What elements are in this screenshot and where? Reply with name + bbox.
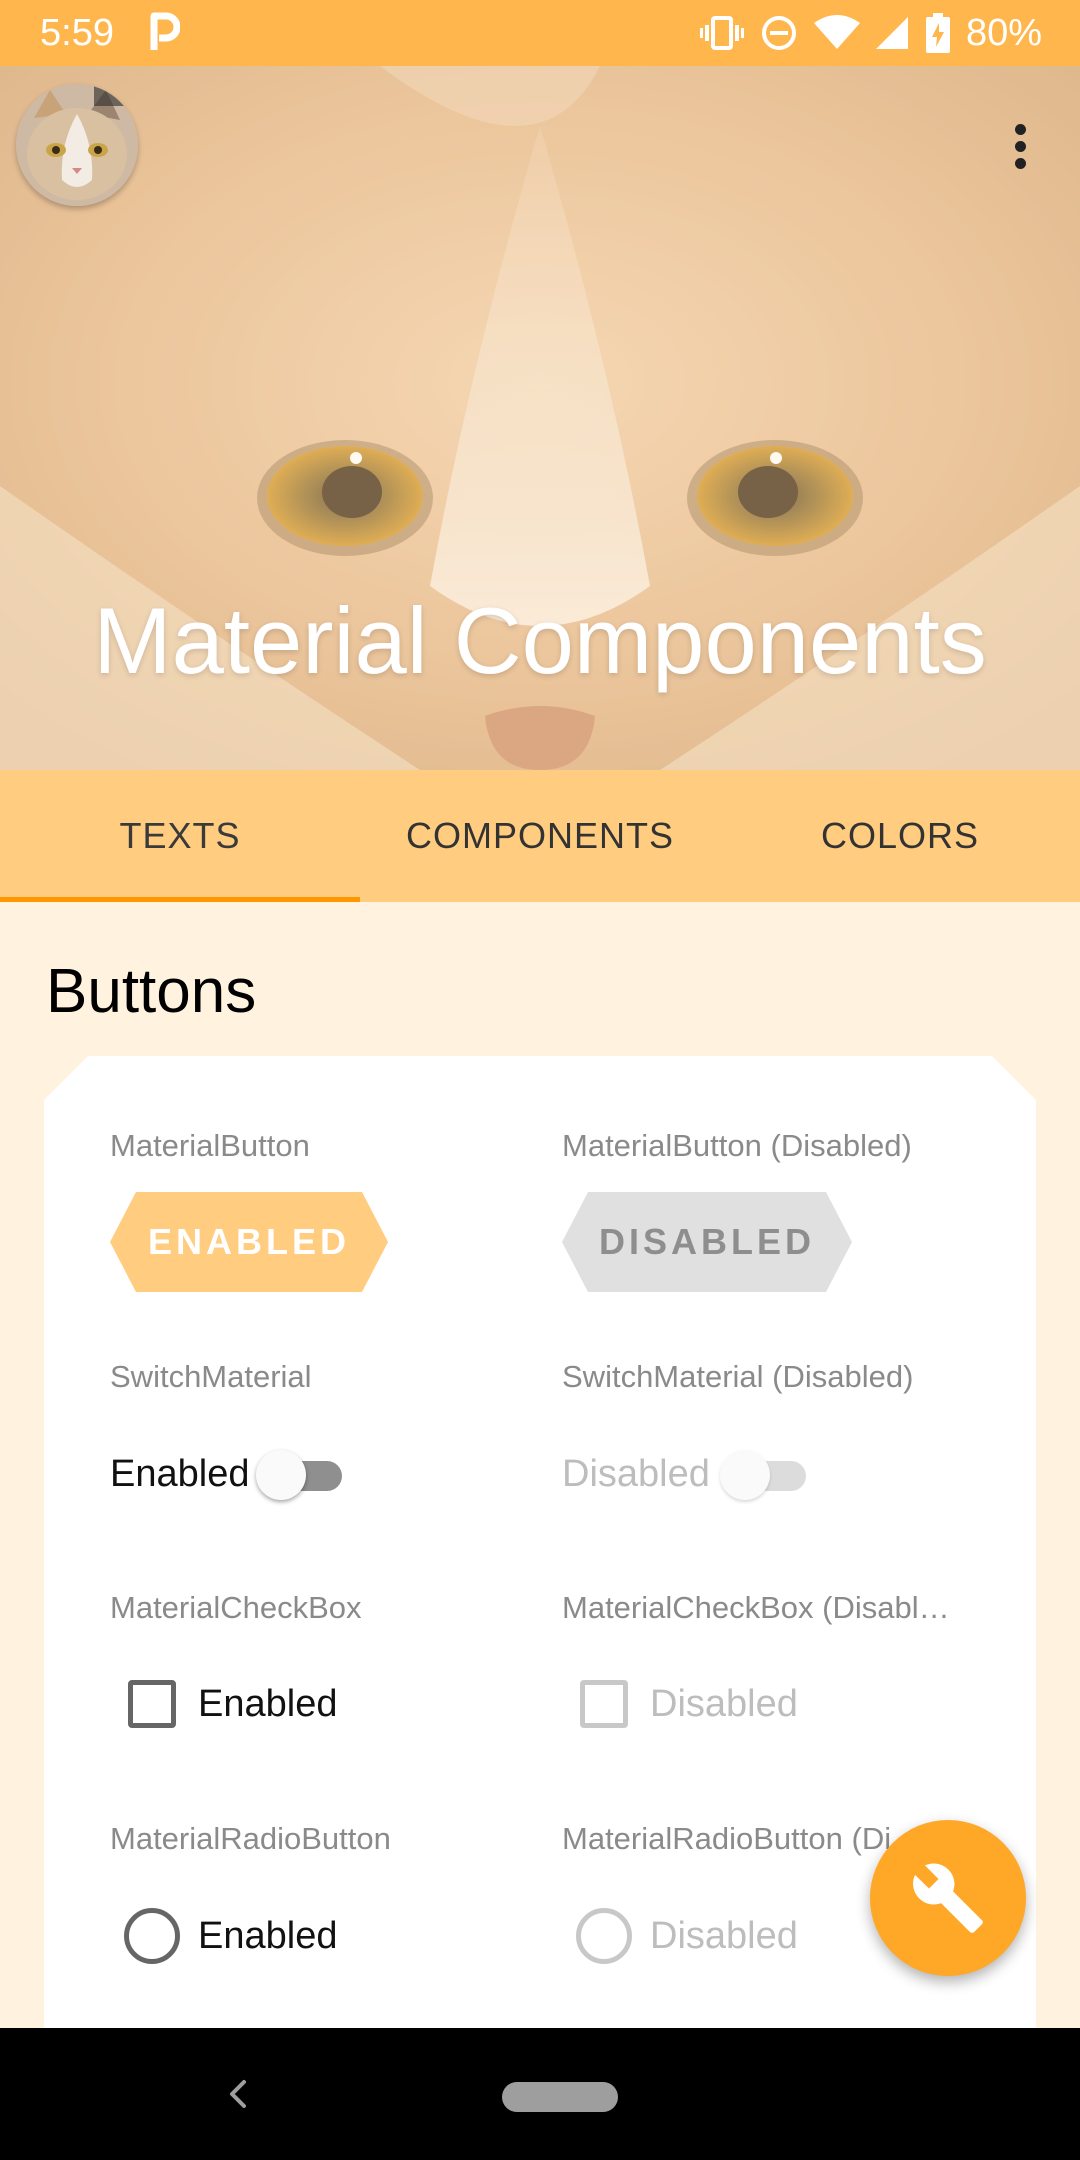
tab-texts[interactable]: TEXTS: [0, 770, 360, 902]
switchmaterial-disabled-label: SwitchMaterial (Disabled): [562, 1359, 914, 1394]
status-time: 5:59: [40, 12, 114, 54]
vibrate-icon: [699, 15, 744, 51]
enabled-button[interactable]: ENABLED: [110, 1192, 388, 1292]
switchmaterial-label: SwitchMaterial: [110, 1359, 312, 1394]
radio-disabled-text: Disabled: [650, 1915, 798, 1957]
wrench-icon: [913, 1863, 983, 1933]
checkbox-disabled: [580, 1680, 628, 1728]
radiobutton-label: MaterialRadioButton: [110, 1821, 391, 1856]
status-icons: 80%: [699, 10, 1042, 56]
page-title: Material Components: [93, 588, 987, 693]
checkbox-enabled[interactable]: [128, 1680, 176, 1728]
materialbutton-label: MaterialButton: [110, 1128, 310, 1163]
switch-enabled-text[interactable]: Enabled: [110, 1450, 249, 1498]
cat-avatar: [16, 84, 138, 206]
disabled-button: DISABLED: [562, 1192, 852, 1292]
signal-icon: [875, 15, 910, 51]
materialbutton-disabled-label: MaterialButton (Disabled): [562, 1128, 912, 1163]
switch-disabled-text: Disabled: [562, 1453, 710, 1495]
checkbox-disabled-text: Disabled: [650, 1683, 798, 1725]
more-vert-icon[interactable]: [996, 110, 1044, 182]
status-bar: 5:59 80%: [0, 0, 1080, 66]
system-nav-bar: [0, 2028, 1080, 2160]
checkbox-enabled-text[interactable]: Enabled: [198, 1680, 337, 1728]
radio-enabled[interactable]: [124, 1908, 180, 1964]
battery-percent: 80%: [965, 12, 1042, 54]
do-not-disturb-icon: [760, 14, 798, 52]
fab-button[interactable]: [870, 1820, 1026, 1976]
tab-bar: TEXTS COMPONENTS COLORS: [0, 770, 1080, 902]
tab-indicator: [0, 897, 360, 902]
battery-charging-icon: [925, 13, 950, 53]
p-icon: [148, 12, 180, 52]
switch-disabled-toggle: [720, 1446, 810, 1502]
home-pill-icon[interactable]: [502, 2082, 618, 2112]
wifi-icon: [813, 15, 860, 51]
section-title: Buttons: [46, 957, 257, 1026]
checkbox-label: MaterialCheckBox: [110, 1590, 362, 1625]
radio-enabled-text[interactable]: Enabled: [198, 1912, 337, 1960]
back-chevron-icon[interactable]: [218, 2074, 258, 2114]
tab-components[interactable]: COMPONENTS: [360, 770, 720, 902]
app-header: Material Components: [0, 66, 1080, 770]
switch-enabled-toggle[interactable]: [256, 1446, 346, 1502]
checkbox-disabled-label: MaterialCheckBox (Disabl…: [562, 1590, 950, 1625]
tab-colors[interactable]: COLORS: [720, 770, 1080, 902]
radio-disabled: [576, 1908, 632, 1964]
avatar[interactable]: [16, 84, 138, 206]
